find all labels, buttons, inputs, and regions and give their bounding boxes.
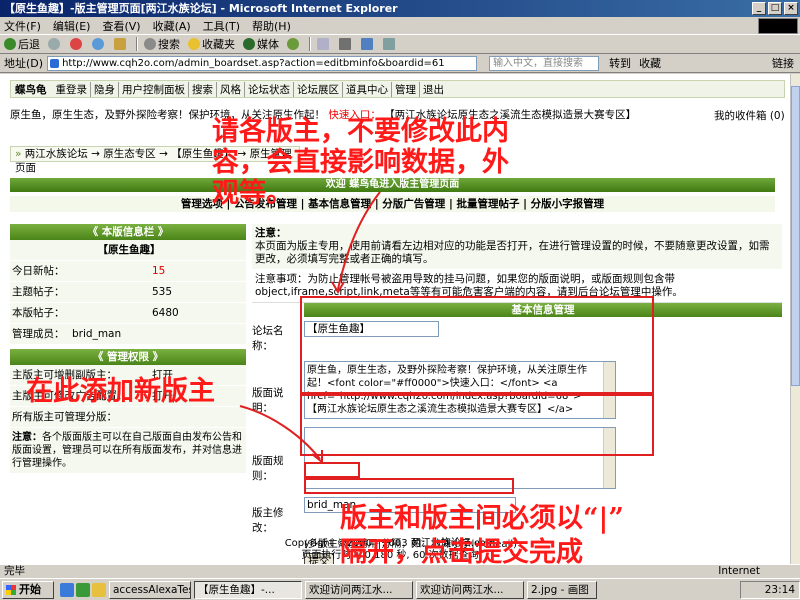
annotation-bottom: 版主和版主间必须以“|” 隔开，点击提交完成 [340, 503, 624, 564]
address-bar: 地址(D) http://www.cqh2o.com/admin_boardse… [0, 54, 800, 73]
refresh-button[interactable] [92, 38, 106, 50]
go-button[interactable]: 转到 [609, 55, 631, 71]
refresh-icon [92, 38, 104, 50]
discuss-icon [383, 38, 395, 50]
maximize-button[interactable]: □ [768, 2, 782, 15]
mail-icon [317, 38, 329, 50]
discuss-button[interactable] [383, 38, 397, 50]
stop-icon [70, 38, 82, 50]
quick-launch [60, 582, 106, 597]
window-title-bar: 【原生鱼趣】-版主管理页面[两江水族论坛] - Microsoft Intern… [0, 0, 800, 17]
start-button[interactable]: 开始 [2, 580, 54, 599]
search-button[interactable]: 搜索 [144, 36, 180, 52]
close-button[interactable]: × [784, 2, 798, 15]
taskbar: 开始 accessAlexaTest 【原生鱼趣】-... 欢迎访问两江水...… [0, 578, 800, 600]
scrollbar-thumb[interactable] [791, 86, 800, 386]
back-label: 后退 [18, 38, 40, 51]
print-icon [339, 38, 351, 50]
print-button[interactable] [339, 38, 353, 50]
search-icon [144, 38, 156, 50]
star-icon [188, 38, 200, 50]
address-search-input[interactable]: 输入中文，直接搜索 [489, 55, 600, 71]
mail-button[interactable] [317, 38, 331, 50]
toolbar-separator [136, 37, 138, 51]
status-bar: 完毕 Internet [0, 564, 800, 578]
links-button[interactable]: 链接 [772, 55, 794, 71]
favorites-label: 收藏夹 [202, 38, 235, 51]
annotation-top: 请各版主，不要修改此内 容，会直接影响数据，外 观等。 [212, 116, 509, 209]
media-button[interactable]: 媒体 [243, 36, 279, 52]
folder-icon[interactable] [92, 582, 106, 597]
task-forum-2[interactable]: 欢迎访问两江水... [416, 580, 524, 599]
home-icon [114, 38, 126, 50]
edit-button[interactable] [361, 38, 375, 50]
menu-favorites[interactable]: 收藏(A) [153, 18, 191, 34]
menu-help[interactable]: 帮助(H) [252, 18, 291, 34]
task-paint[interactable]: 2.jpg - 画图 [527, 580, 597, 599]
back-arrow-icon [4, 38, 16, 50]
task-access[interactable]: accessAlexaTest [109, 580, 191, 599]
edit-icon [361, 38, 373, 50]
minimize-button[interactable]: _ [752, 2, 766, 15]
stop-button[interactable] [70, 38, 84, 50]
system-tray-clock[interactable]: 23:14 [740, 580, 800, 599]
menu-view[interactable]: 查看(V) [102, 18, 140, 34]
ie-icon[interactable] [60, 582, 74, 597]
menu-tools[interactable]: 工具(T) [203, 18, 240, 34]
windows-logo-icon [758, 17, 798, 34]
task-forum-admin[interactable]: 【原生鱼趣】-... [194, 580, 302, 599]
toolbar-separator [309, 37, 311, 51]
media-label: 媒体 [257, 38, 279, 51]
status-text: 完毕 [4, 565, 25, 577]
task-forum-1[interactable]: 欢迎访问两江水... [305, 580, 413, 599]
forward-button[interactable] [48, 38, 62, 50]
page-scrollbar[interactable] [790, 74, 800, 564]
favorites-button[interactable]: 收藏夹 [188, 36, 235, 52]
window-title: 【原生鱼趣】-版主管理页面[两江水族论坛] - Microsoft Intern… [4, 2, 398, 15]
favorites-dropdown[interactable]: 收藏 [639, 55, 661, 71]
search-label: 搜索 [158, 38, 180, 51]
address-input[interactable]: http://www.cqh2o.com/admin_boardset.asp?… [47, 55, 478, 71]
annotation-left: 在此添加新版主 [26, 376, 215, 407]
desktop-icon[interactable] [76, 582, 90, 597]
address-label: 地址(D) [4, 57, 44, 70]
media-icon [243, 38, 255, 50]
page-viewport: 蝶鸟龟 重登录 隐身 用户控制面板 搜索 风格 论坛状态 论坛展区 道具中心 管… [0, 74, 790, 564]
history-button[interactable] [287, 38, 301, 50]
toolbar: 后退 搜索 收藏夹 媒体 [0, 35, 800, 54]
forward-arrow-icon [48, 38, 60, 50]
history-icon [287, 38, 299, 50]
menu-file[interactable]: 文件(F) [4, 18, 41, 34]
menu-bar: 文件(F) 编辑(E) 查看(V) 收藏(A) 工具(T) 帮助(H) [0, 17, 800, 35]
menu-edit[interactable]: 编辑(E) [53, 18, 91, 34]
home-button[interactable] [114, 38, 128, 50]
back-button[interactable]: 后退 [4, 36, 40, 52]
zone-indicator: Internet [718, 565, 760, 577]
